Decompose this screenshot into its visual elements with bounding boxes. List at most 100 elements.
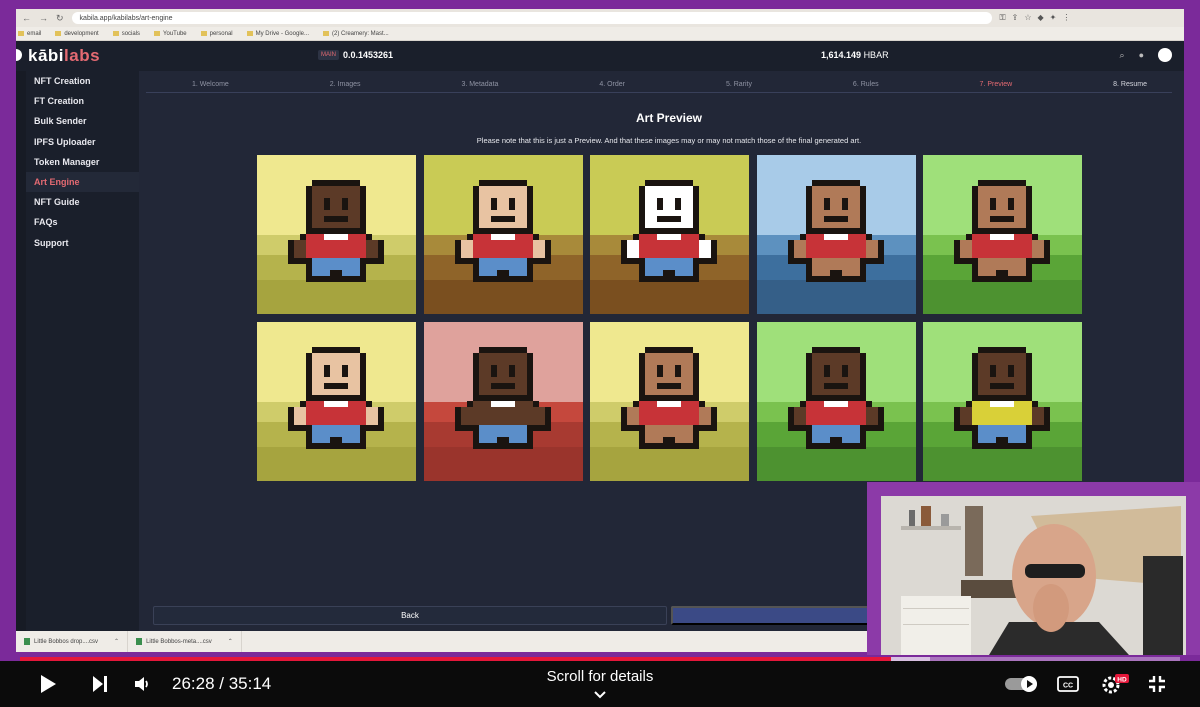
scroll-for-details[interactable]: Scroll for details [500,668,700,685]
sidebar-item-ft-creation[interactable]: FT Creation [26,91,139,111]
pixel-character-image [621,347,717,449]
play-icon [41,675,56,693]
pixel-character-image [288,180,384,282]
back-arrow-icon[interactable]: ← [22,13,31,24]
kabilabs-logo[interactable]: kābilabs [28,46,100,66]
chevron-down-icon[interactable] [592,688,608,702]
skip-next-icon [93,676,107,692]
sidebar-item-faqs[interactable]: FAQs [26,212,139,232]
art-preview-tile[interactable] [923,322,1082,481]
theme-toggle-icon[interactable]: ● [1139,50,1144,60]
bookmark-item[interactable]: socials [113,31,140,37]
sidebar-item-nft-creation[interactable]: NFT Creation [26,71,139,91]
gear-icon: HD [1102,674,1129,694]
pixel-character-image [454,347,551,449]
art-preview-tile[interactable] [923,155,1082,314]
pixel-character-image [454,180,551,282]
step-2[interactable]: 2. Images [330,76,361,92]
star-icon[interactable]: ☆ [1024,13,1031,23]
header-actions: ⌕ ● [1120,48,1172,62]
captions-icon: CC [1057,676,1079,692]
key-icon[interactable]: ⚿ [1000,13,1006,23]
play-button[interactable] [30,661,66,707]
pixel-character-image [621,180,717,282]
sidebar-item-bulk-sender[interactable]: Bulk Sender [26,111,139,131]
volume-icon [135,677,148,691]
step-5[interactable]: 5. Rarity [726,76,752,92]
art-preview-tile[interactable] [423,155,583,314]
exit-fullscreen-button[interactable] [1142,661,1172,707]
video-frame: ← → ↻ kabila.app/kabilabs/art-engine ⚿ ⇪… [0,0,1200,707]
pixel-character-image [787,180,884,282]
downloads-bar: Little Bobbos drop....csv ⌃ Little Bobbos-… [16,631,876,652]
webcam-overlay [867,482,1200,655]
download-filename: Little Bobbos drop....csv [34,638,99,645]
art-preview-tile[interactable] [423,322,583,481]
step-7[interactable]: 7. Preview [980,76,1013,92]
step-4[interactable]: 4. Order [599,76,625,92]
page-title: Art Preview [635,111,703,125]
step-6[interactable]: 6. Rules [853,76,879,92]
next-button[interactable] [671,606,871,625]
autoplay-toggle[interactable] [1002,661,1042,707]
time-display: 26:28 / 35:14 [172,674,272,693]
bookmark-item[interactable]: YouTube [154,31,187,37]
share-icon[interactable]: ⇪ [1012,13,1019,23]
balance-unit: HBAR [863,50,889,60]
sidebar-item-nft-guide[interactable]: NFT Guide [26,192,139,212]
extension-icons: ⚿ ⇪ ☆ ◆ ✦ ⋮ [1000,13,1071,23]
left-edge-strip [16,71,26,631]
preview-note: Please note that this is just a Preview.… [476,136,862,145]
bookmark-item[interactable]: development [55,31,98,37]
autoplay-icon [1005,676,1037,692]
browser-nav: ← → ↻ [22,13,64,24]
puzzle-icon[interactable]: ✦ [1050,13,1057,23]
network-badge: MAIN [318,50,339,60]
wizard-steps: 1. Welcome 2. Images 3. Metadata 4. Order 5.… [146,76,1172,93]
chevron-up-icon[interactable]: ⌃ [114,638,119,645]
step-1[interactable]: 1. Welcome [192,76,229,92]
forward-arrow-icon[interactable]: → [39,13,48,24]
mute-button[interactable] [126,661,160,707]
download-item[interactable]: Little Bobbos-meta....csv ⌃ [128,631,242,652]
back-button[interactable]: Back [153,606,667,625]
menu-dots-icon[interactable]: ⋮ [1062,13,1070,23]
file-icon [136,638,143,645]
sidebar-item-ipfs-uploader[interactable]: IPFS Uploader [26,132,139,152]
art-preview-tile[interactable] [257,155,416,314]
art-preview-tile[interactable] [257,322,416,481]
pixel-character-image [954,180,1050,282]
url-field[interactable]: kabila.app/kabilabs/art-engine [71,12,992,24]
chevron-up-icon[interactable]: ⌃ [228,638,233,645]
sidebar-item-art-engine[interactable]: Art Engine [26,171,139,193]
art-preview-tile[interactable] [590,322,749,481]
search-icon[interactable]: ⌕ [1120,50,1125,61]
avatar[interactable] [1158,48,1172,62]
bookmark-item[interactable]: (2) Creamery: Mast... [323,31,389,37]
bookmark-item[interactable]: personal [201,31,233,37]
bookmark-item[interactable]: My Drive - Google... [247,31,309,37]
captions-button[interactable]: CC [1052,661,1084,707]
download-filename: Little Bobbos-meta....csv [146,638,212,645]
bookmark-item[interactable]: email [18,31,41,37]
step-8[interactable]: 8. Resume [1113,76,1147,92]
reload-icon[interactable]: ↻ [56,13,64,24]
webcam-video [881,496,1186,655]
art-preview-tile[interactable] [756,322,916,481]
logo-mark-icon [16,49,22,61]
file-icon [24,638,30,645]
webcam-image [881,496,1186,655]
next-video-button[interactable] [82,661,118,707]
current-time: 26:28 [172,674,215,693]
step-3[interactable]: 3. Metadata [461,76,498,92]
download-item[interactable]: Little Bobbos drop....csv ⌃ [16,631,129,652]
hd-badge: HD [1117,676,1127,683]
sidebar-item-support[interactable]: Support [26,233,139,253]
art-preview-tile[interactable] [590,155,749,314]
duration: 35:14 [228,674,272,693]
extension-icon[interactable]: ◆ [1038,13,1044,23]
pixel-character-image [954,347,1050,449]
sidebar-item-token-manager[interactable]: Token Manager [26,152,139,172]
settings-button[interactable]: HD [1098,661,1132,707]
art-preview-tile[interactable] [756,155,916,314]
